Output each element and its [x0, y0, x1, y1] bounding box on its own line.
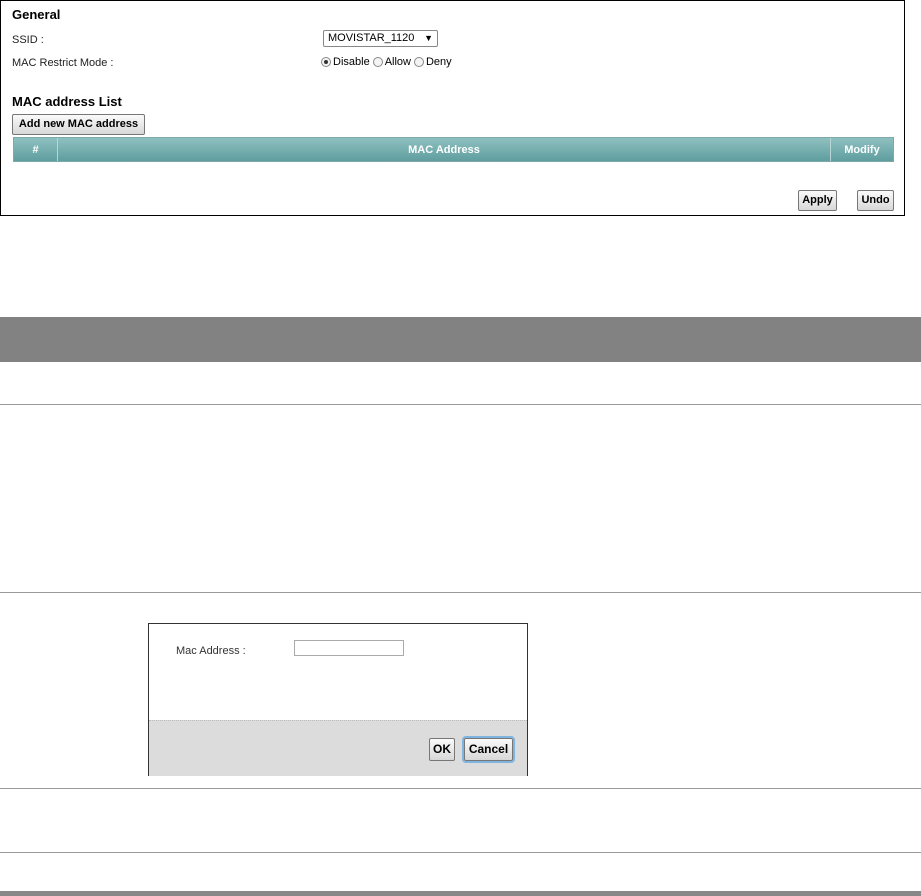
- radio-allow-label: Allow: [384, 56, 411, 68]
- radio-disable-circle[interactable]: [321, 57, 331, 67]
- table-row-divider: [0, 404, 921, 405]
- mac-filter-panel: General SSID : MOVISTAR_1120 ▼ MAC Restr…: [0, 0, 905, 216]
- radio-deny-circle[interactable]: [413, 57, 424, 67]
- undo-button[interactable]: Undo: [857, 190, 894, 211]
- column-header-index: #: [14, 138, 58, 161]
- mac-list-section-title: MAC address List: [12, 94, 122, 109]
- table-row-divider: [0, 592, 921, 593]
- general-section-title: General: [12, 7, 61, 22]
- mac-restrict-mode-label: MAC Restrict Mode :: [12, 57, 114, 69]
- mac-address-input[interactable]: [294, 640, 404, 656]
- doc-table-header: [0, 317, 921, 362]
- mac-restrict-mode-radio-group: Disable Allow Deny: [321, 56, 455, 68]
- add-mac-dialog: Mac Address : OK Cancel: [148, 623, 528, 776]
- table-row-divider: [0, 852, 921, 853]
- radio-deny[interactable]: Deny: [413, 56, 452, 68]
- ssid-label: SSID :: [12, 34, 44, 46]
- mac-table-header: # MAC Address Modify: [13, 137, 894, 162]
- radio-allow-circle[interactable]: [372, 57, 383, 67]
- cancel-button[interactable]: Cancel: [462, 736, 515, 763]
- mac-address-label: Mac Address :: [176, 645, 246, 657]
- apply-button[interactable]: Apply: [798, 190, 837, 211]
- radio-disable-label: Disable: [333, 56, 370, 68]
- radio-allow[interactable]: Allow: [372, 56, 411, 68]
- radio-disable[interactable]: Disable: [321, 56, 370, 68]
- ssid-select[interactable]: MOVISTAR_1120 ▼: [323, 30, 438, 47]
- table-row-divider: [0, 788, 921, 789]
- table-bottom-border: [0, 891, 921, 896]
- radio-deny-label: Deny: [425, 56, 452, 68]
- ssid-selected-value: MOVISTAR_1120: [328, 32, 415, 44]
- column-header-mac-address: MAC Address: [58, 138, 831, 161]
- add-mac-address-button[interactable]: Add new MAC address: [12, 114, 145, 135]
- dropdown-arrow-icon: ▼: [424, 33, 433, 43]
- ok-button[interactable]: OK: [429, 738, 455, 761]
- column-header-modify: Modify: [844, 143, 880, 156]
- dialog-footer: OK Cancel: [149, 720, 527, 776]
